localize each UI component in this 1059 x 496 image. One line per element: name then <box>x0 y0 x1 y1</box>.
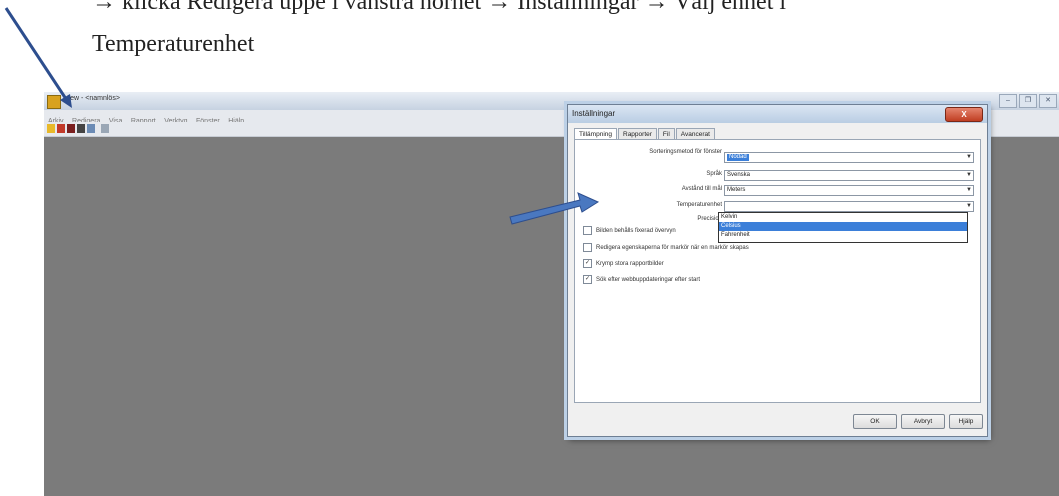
app-icon <box>47 95 61 109</box>
field-label: Språk <box>706 171 722 177</box>
maximize-button[interactable]: ❐ <box>1019 94 1037 108</box>
checkbox-label: Sök efter webbuppdateringar efter start <box>596 276 701 283</box>
field-label: Sorteringsmetod för fönster <box>649 149 722 155</box>
app-screenshot: View - <namnlös> ‒ ❐ ✕ Arkiv Redigera Vi… <box>44 92 1059 496</box>
dialog-close-button[interactable]: X <box>945 107 983 122</box>
checkbox-box[interactable]: ✓ <box>583 259 592 268</box>
select-value: Nodad <box>727 154 749 161</box>
language-select[interactable]: Svenska ▼ <box>724 170 974 181</box>
field-label: Avstånd till mål <box>681 186 722 192</box>
temperature-unit-select[interactable]: ▼ <box>724 201 974 212</box>
minimize-button[interactable]: ‒ <box>999 94 1017 108</box>
help-button[interactable]: Hjälp <box>949 414 983 429</box>
field-language: Språk Svenska ▼ <box>575 170 980 181</box>
settings-panel: Sorteringsmetod för fönster Nodad ▼ Språ… <box>574 139 981 403</box>
settings-dialog: Inställningar X Tillämpning Rapporter Fi… <box>567 104 988 437</box>
checkbox-edit-marker[interactable]: Redigera egenskaperna för markör när en … <box>583 243 749 252</box>
record-icon[interactable] <box>67 124 75 133</box>
ok-button[interactable]: OK <box>853 414 897 429</box>
chevron-down-icon: ▼ <box>966 187 972 193</box>
instruction-line-2: Temperaturenhet <box>92 31 255 57</box>
app-title: View - <namnlös> <box>64 95 120 102</box>
folder-icon[interactable] <box>47 124 55 133</box>
select-value: Svenska <box>727 172 751 178</box>
checkbox-box[interactable]: ✓ <box>583 275 592 284</box>
temperature-unit-dropdown: Kelvin Celsius Fahrenheit <box>718 212 968 243</box>
search-icon[interactable] <box>101 124 109 133</box>
cancel-button[interactable]: Avbryt <box>901 414 945 429</box>
print-icon[interactable] <box>77 124 85 133</box>
field-temperature-unit: Temperaturenhet ▼ <box>575 201 980 212</box>
checkbox-fixed-view[interactable]: Bilden behålls fixerad övervyn <box>583 226 676 235</box>
checkbox-shrink-images[interactable]: ✓ Krymp stora rapportbilder <box>583 259 664 268</box>
checkbox-box[interactable] <box>583 243 592 252</box>
dialog-title: Inställningar <box>572 109 616 118</box>
select-value: Meters <box>727 187 746 193</box>
chevron-down-icon: ▼ <box>966 154 972 160</box>
edit-icon[interactable] <box>87 124 95 133</box>
window-controls: ‒ ❐ ✕ <box>999 94 1057 108</box>
dialog-titlebar: Inställningar X <box>568 105 987 123</box>
checkbox-box[interactable] <box>583 226 592 235</box>
checkbox-label: Bilden behålls fixerad övervyn <box>596 227 676 234</box>
sort-method-select[interactable]: Nodad ▼ <box>724 152 974 163</box>
option-celsius[interactable]: Celsius <box>719 222 967 231</box>
instruction-line-1: → klicka Redigera uppe i vänstra hörnet … <box>92 0 787 15</box>
chevron-down-icon: ▼ <box>966 172 972 178</box>
checkbox-label: Krymp stora rapportbilder <box>596 260 664 267</box>
option-fahrenheit[interactable]: Fahrenheit <box>719 231 967 240</box>
close-window-button[interactable]: ✕ <box>1039 94 1057 108</box>
option-kelvin[interactable]: Kelvin <box>719 213 967 222</box>
field-sort-method: Sorteringsmetod för fönster Nodad ▼ <box>575 148 980 164</box>
checkbox-label: Redigera egenskaperna för markör när en … <box>596 244 749 251</box>
checkbox-web-updates[interactable]: ✓ Sök efter webbuppdateringar efter star… <box>583 275 700 284</box>
distance-select[interactable]: Meters ▼ <box>724 185 974 196</box>
field-distance: Avstånd till mål Meters ▼ <box>575 185 980 196</box>
chevron-down-icon: ▼ <box>966 203 972 209</box>
field-label: Temperaturenhet <box>676 202 722 208</box>
save-icon[interactable] <box>57 124 65 133</box>
